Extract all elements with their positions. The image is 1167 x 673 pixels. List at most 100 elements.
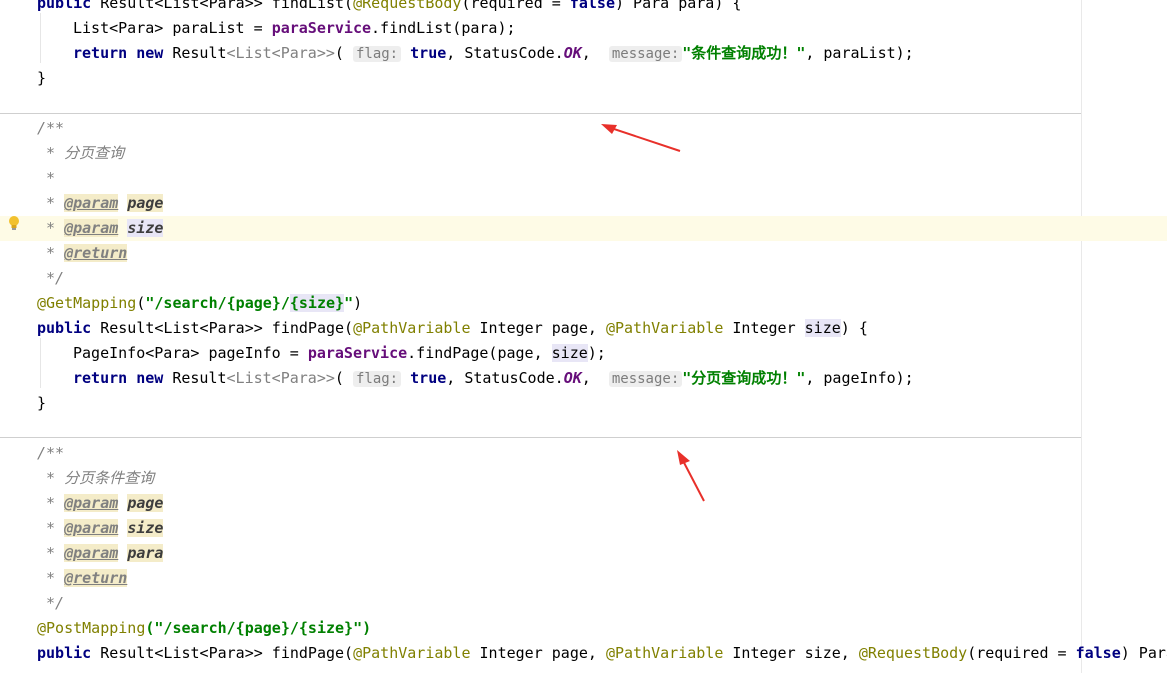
comment: * 分页条件查询 (37, 469, 155, 487)
doc-param-name: page (127, 494, 164, 512)
code-text: ( (334, 369, 344, 387)
code-line[interactable]: public Result<List<Para>> findList(@Requ… (37, 0, 1167, 16)
code-text: Integer page, (470, 319, 606, 337)
annotation: @GetMapping (37, 294, 137, 312)
lightbulb-icon[interactable] (8, 215, 20, 231)
code-text: ) Para para) { (615, 0, 742, 12)
keyword: return (73, 369, 137, 387)
brace: } (37, 69, 47, 87)
code-line[interactable]: public Result<List<Para>> findPage(@Path… (37, 316, 1167, 341)
comment: * (37, 244, 65, 262)
code-text: Result<List<Para>> findPage( (100, 319, 354, 337)
code-line[interactable]: @GetMapping("/search/{page}/{size}") (37, 291, 1167, 316)
code-text: Result (172, 44, 227, 62)
keyword: new (136, 369, 173, 387)
code-text: .findList(para); (371, 19, 516, 37)
code-text: , pageInfo); (805, 369, 914, 387)
code-text: .findPage(page, (407, 344, 552, 362)
code-text: , (446, 44, 465, 62)
code-text: Integer page, (470, 644, 606, 662)
string-literal: ("/search/{page}/{size}") (145, 619, 372, 637)
parameter-hint: flag: (352, 46, 402, 62)
string-literal: "分页查询成功！" (682, 369, 806, 387)
code-line[interactable]: @PostMapping("/search/{page}/{size}") (37, 616, 1167, 641)
parameter-hint: message: (608, 371, 683, 387)
code-line[interactable]: return new Result<List<Para>>( flag: tru… (73, 366, 1167, 391)
code-editor[interactable]: public Result<List<Para>> findList(@Requ… (0, 0, 1167, 673)
code-text: Integer (723, 319, 805, 337)
brace: } (37, 394, 47, 412)
string-literal: "条件查询成功！" (682, 44, 806, 62)
red-arrow-annotation (677, 450, 705, 502)
keyword: return (73, 44, 137, 62)
comment-line[interactable]: /** (37, 441, 1167, 466)
current-line[interactable]: * @param size (0, 216, 1167, 241)
comment: */ (37, 594, 65, 612)
doc-tag: @param (64, 519, 119, 537)
comment-line[interactable]: * @param size (37, 516, 1167, 541)
doc-param-name: para (127, 544, 164, 562)
code-text: PageInfo<Para> pageInfo = (73, 344, 308, 362)
comment: * (37, 519, 65, 537)
code-text: (required = (967, 644, 1076, 662)
method-separator (0, 437, 1081, 438)
keyword: true (410, 369, 447, 387)
generic: <List<Para>> (226, 369, 335, 387)
keyword: true (410, 44, 447, 62)
code-line[interactable]: return new Result<List<Para>>( flag: tru… (73, 41, 1167, 66)
code-text: ( (334, 44, 344, 62)
doc-tag: @return (64, 244, 128, 262)
comment-line[interactable]: * @param para (37, 541, 1167, 566)
doc-param-name: page (127, 194, 164, 212)
code-text: Result (172, 369, 227, 387)
code-line[interactable]: } (37, 66, 1167, 91)
highlighted-identifier: size (804, 319, 841, 337)
comment-line[interactable]: * 分页条件查询 (37, 466, 1167, 491)
annotation: @PathVariable (353, 319, 471, 337)
code-text: ) { (840, 319, 868, 337)
annotation: @PathVariable (605, 644, 724, 662)
comment-line[interactable]: * @param page (37, 491, 1167, 516)
annotation: @RequestBody (858, 644, 968, 662)
doc-tag: @param (64, 194, 119, 212)
doc-tag: @param (64, 544, 119, 562)
red-arrow-annotation (601, 124, 681, 152)
comment (118, 219, 127, 237)
code-text: ) (353, 294, 363, 312)
generic: <List<Para>> (226, 44, 335, 62)
field: paraService (307, 344, 408, 362)
comment: * (37, 569, 65, 587)
doc-tag: @param (64, 494, 119, 512)
code-line[interactable]: List<Para> paraList = paraService.findLi… (73, 16, 1167, 41)
code-text: Result<List<Para>> findList( (100, 0, 354, 12)
highlighted-identifier: size (551, 344, 588, 362)
annotation: @PathVariable (605, 319, 724, 337)
comment: * (37, 219, 65, 237)
comment-line[interactable]: * @param page (37, 191, 1167, 216)
doc-tag: @return (64, 569, 128, 587)
annotation: @PostMapping (37, 619, 146, 637)
keyword: public (37, 0, 101, 12)
doc-param-name: size (127, 519, 164, 537)
field: paraService (271, 19, 372, 37)
code-text: , paraList); (805, 44, 914, 62)
comment-line[interactable]: */ (37, 591, 1167, 616)
annotation: @RequestBody (353, 0, 462, 12)
string-literal: "/search/{page}/ (145, 294, 290, 312)
comment-line[interactable]: * @return (37, 566, 1167, 591)
comment: * 分页查询 (37, 144, 125, 162)
constant: OK (563, 44, 582, 62)
code-text: Result<List<Para>> findPage( (100, 644, 354, 662)
comment-line[interactable]: * (37, 166, 1167, 191)
doc-param-name: size (127, 219, 164, 237)
comment: * (37, 544, 65, 562)
string-literal: " (344, 294, 354, 312)
parameter-hint: flag: (352, 371, 402, 387)
code-line[interactable]: public Result<List<Para>> findPage(@Path… (37, 641, 1167, 666)
code-line[interactable]: PageInfo<Para> pageInfo = paraService.fi… (73, 341, 1167, 366)
comment-line[interactable]: */ (37, 266, 1167, 291)
code-text: , (581, 44, 591, 62)
comment-line[interactable]: * @return (37, 241, 1167, 266)
code-line[interactable]: } (37, 391, 1167, 416)
code-text: List<Para> paraList = (73, 19, 272, 37)
